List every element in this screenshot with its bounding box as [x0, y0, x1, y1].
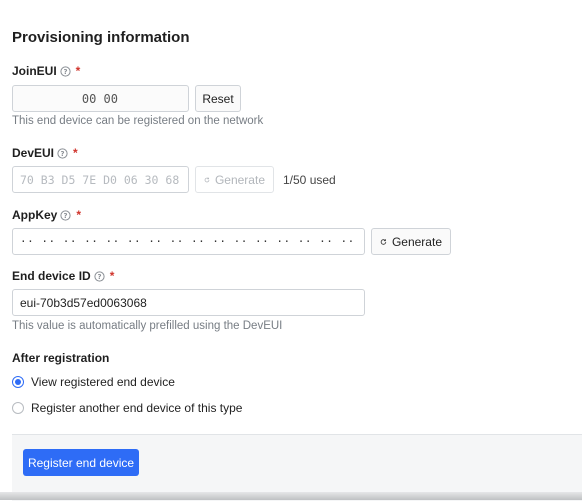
- app-key-label-text: AppKey: [12, 208, 58, 222]
- app-key-input[interactable]: ·· ·· ·· ·· ·· ·· ·· ·· ·· ·· ·· ·· ·· ·…: [12, 228, 365, 255]
- register-end-device-button[interactable]: Register end device: [23, 449, 139, 476]
- radio-view-registered[interactable]: View registered end device: [12, 375, 175, 389]
- svg-text:?: ?: [64, 212, 68, 220]
- reset-button[interactable]: Reset: [195, 85, 241, 112]
- after-registration-label: After registration: [12, 351, 110, 365]
- end-device-id-label-text: End device ID: [12, 269, 91, 283]
- refresh-icon: [380, 238, 387, 245]
- dev-eui-placeholder: 70 B3 D5 7E D0 06 30 68: [20, 172, 180, 187]
- join-eui-label: JoinEUI ? *: [12, 64, 80, 78]
- dev-eui-input[interactable]: 70 B3 D5 7E D0 06 30 68: [12, 166, 189, 193]
- end-device-id-value: eui-70b3d57ed0063068: [20, 295, 147, 310]
- question-circle-icon[interactable]: ?: [57, 147, 68, 159]
- app-key-generate-button[interactable]: Generate: [371, 228, 451, 255]
- end-device-id-hint: This value is automatically prefilled us…: [12, 320, 283, 332]
- required-marker: *: [73, 146, 78, 160]
- radio-label: Register another end device of this type: [31, 401, 243, 415]
- radio-button[interactable]: [12, 402, 24, 414]
- window-bottom-edge: [0, 492, 582, 500]
- svg-text:?: ?: [63, 68, 67, 76]
- dev-eui-generate-button[interactable]: Generate: [195, 166, 274, 193]
- join-eui-value: 00 00: [81, 91, 118, 106]
- radio-label: View registered end device: [31, 375, 175, 389]
- dev-eui-label: DevEUI ? *: [12, 146, 78, 160]
- radio-button-checked[interactable]: [12, 376, 24, 388]
- join-eui-hint: This end device can be registered on the…: [12, 115, 264, 127]
- required-marker: *: [76, 208, 82, 222]
- app-key-value: ·· ·· ·· ·· ·· ·· ·· ·· ·· ·· ·· ·· ·· ·…: [20, 235, 355, 248]
- refresh-icon: [204, 177, 210, 182]
- app-key-generate-label: Generate: [391, 234, 442, 249]
- question-circle-icon[interactable]: ?: [60, 65, 71, 77]
- required-marker: *: [109, 269, 115, 283]
- dev-eui-label-text: DevEUI: [12, 146, 55, 160]
- join-eui-label-text: JoinEUI: [12, 64, 57, 78]
- radio-register-another[interactable]: Register another end device of this type: [12, 401, 242, 415]
- app-key-label: AppKey ? *: [12, 208, 81, 222]
- join-eui-input[interactable]: 00 00: [12, 85, 189, 112]
- end-device-id-input[interactable]: eui-70b3d57ed0063068: [12, 289, 365, 316]
- dev-eui-usage: 1/50 used: [283, 173, 336, 187]
- end-device-id-label: End device ID ? *: [12, 269, 114, 283]
- register-end-device-label: Register end device: [27, 455, 135, 470]
- question-circle-icon[interactable]: ?: [60, 209, 71, 221]
- question-circle-icon[interactable]: ?: [94, 270, 105, 282]
- reset-button-label: Reset: [202, 91, 234, 106]
- svg-text:?: ?: [61, 150, 65, 158]
- dev-eui-generate-label: Generate: [214, 172, 265, 187]
- svg-text:?: ?: [97, 273, 101, 281]
- required-marker: *: [75, 64, 81, 78]
- section-title: Provisioning information: [12, 29, 190, 46]
